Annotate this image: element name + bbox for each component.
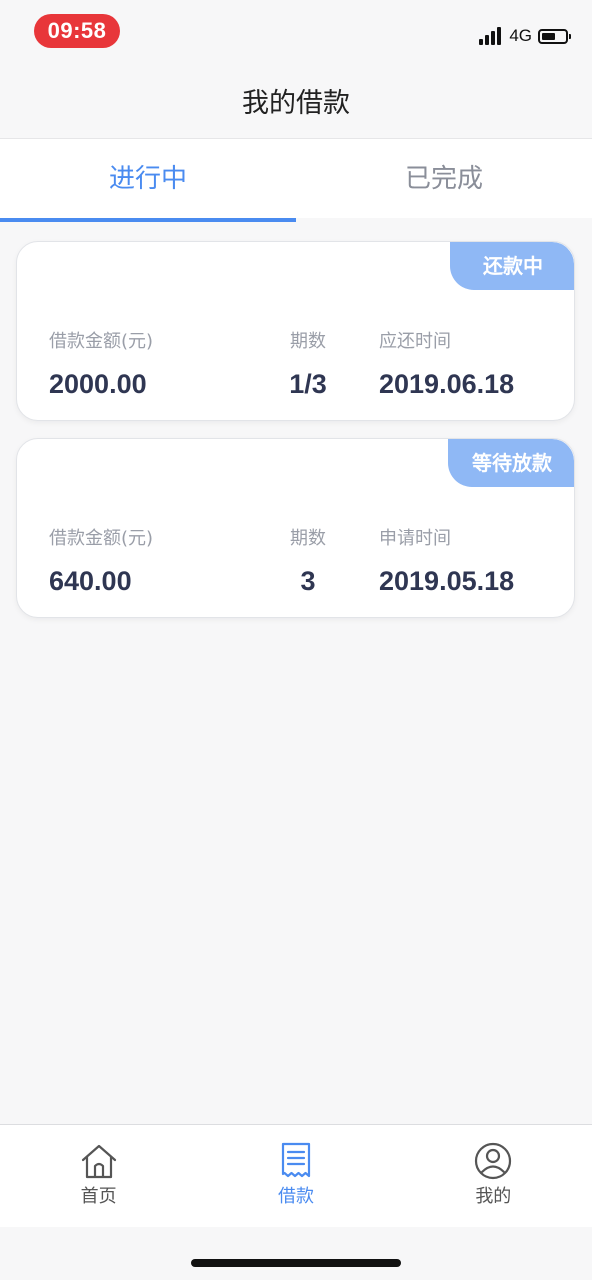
bottom-nav-loan[interactable]: 借款: [197, 1125, 394, 1227]
amount-value: 640.00: [49, 566, 132, 596]
loan-date: 应还时间 2019.06.18: [379, 330, 514, 400]
bottom-nav-profile[interactable]: 我的: [395, 1125, 592, 1227]
nav-header: 我的借款: [0, 64, 592, 139]
periods-value: 1/3: [289, 369, 327, 399]
bottom-nav-home[interactable]: 首页: [0, 1125, 197, 1227]
profile-icon: [475, 1142, 512, 1180]
status-bar: 09:58 4G: [0, 0, 592, 64]
loan-amount: 借款金额(元) 2000.00: [49, 330, 153, 400]
date-value: 2019.05.18: [379, 566, 515, 596]
page-title: 我的借款: [242, 88, 350, 119]
status-badge: 还款中: [450, 242, 574, 290]
bottom-nav-home-label: 首页: [80, 1186, 117, 1207]
status-indicators: 4G: [479, 24, 571, 48]
periods-value: 3: [300, 566, 316, 596]
periods-label: 期数: [290, 528, 326, 549]
loan-periods: 期数 3: [273, 527, 343, 597]
bottom-nav: 首页 借款 我的: [0, 1124, 592, 1227]
network-label: 4G: [509, 26, 532, 45]
loan-date: 申请时间 2019.05.18: [379, 527, 514, 597]
battery-icon: [538, 28, 571, 44]
periods-label: 期数: [290, 331, 326, 352]
home-icon: [81, 1144, 116, 1179]
loan-card[interactable]: 等待放款 借款金额(元) 640.00 期数 3 申请时间 2019.05.18: [16, 438, 575, 618]
date-value: 2019.06.18: [379, 369, 515, 399]
tab-completed[interactable]: 已完成: [296, 139, 592, 218]
bottom-nav-loan-label: 借款: [277, 1186, 314, 1207]
loan-amount: 借款金额(元) 640.00: [49, 527, 153, 597]
signal-icon: [479, 27, 503, 45]
amount-label: 借款金额(元): [49, 331, 154, 352]
status-badge: 等待放款: [448, 439, 574, 487]
loan-periods: 期数 1/3: [273, 330, 343, 400]
status-time: 09:58: [34, 14, 120, 48]
home-indicator[interactable]: [191, 1259, 401, 1267]
loan-document-icon: [281, 1142, 311, 1178]
loan-card[interactable]: 还款中 借款金额(元) 2000.00 期数 1/3 应还时间 2019.06.…: [16, 241, 575, 421]
amount-label: 借款金额(元): [49, 528, 154, 549]
tab-in-progress[interactable]: 进行中: [0, 139, 296, 222]
bottom-nav-profile-label: 我的: [475, 1186, 512, 1207]
date-label: 申请时间: [379, 528, 451, 549]
amount-value: 2000.00: [49, 369, 147, 399]
loan-status-tabs: 进行中 已完成: [0, 139, 592, 222]
date-label: 应还时间: [379, 331, 451, 352]
